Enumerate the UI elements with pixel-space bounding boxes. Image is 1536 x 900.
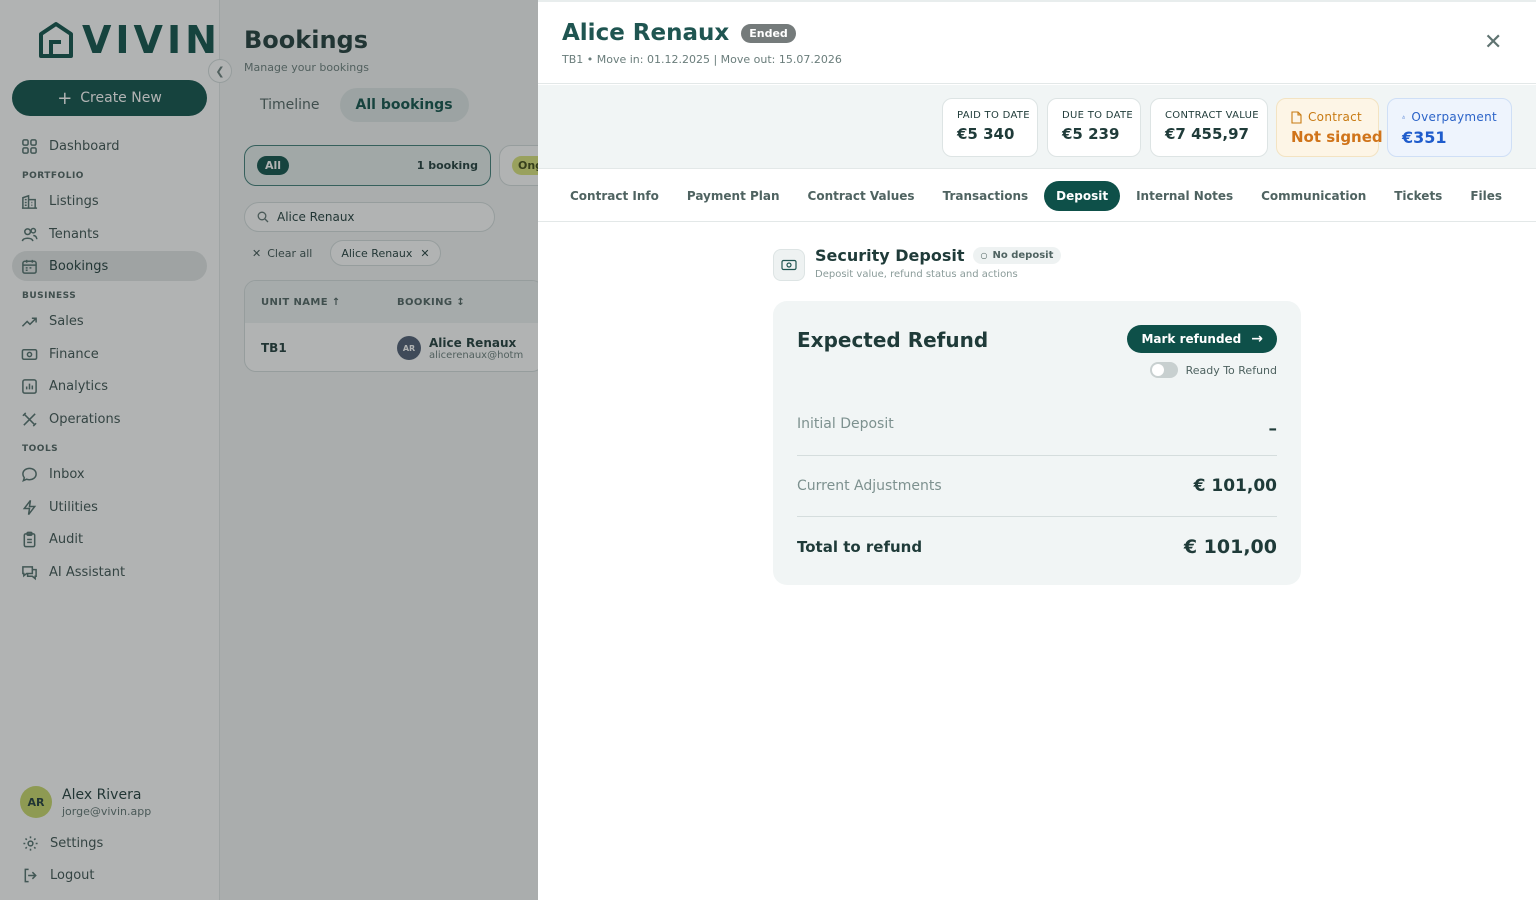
deposit-subtitle: Deposit value, refund status and actions	[815, 269, 1018, 280]
modal-backdrop[interactable]	[0, 0, 538, 900]
divider	[797, 516, 1277, 517]
deposit-icon	[773, 249, 805, 281]
tab-internal-notes[interactable]: Internal Notes	[1124, 181, 1245, 211]
file-icon	[1291, 110, 1302, 124]
stat-value: €7 455,97	[1165, 125, 1249, 143]
stat-label: DUE TO DATE	[1062, 110, 1133, 121]
tab-communication[interactable]: Communication	[1249, 181, 1378, 211]
ready-to-refund-label: Ready To Refund	[1185, 363, 1277, 377]
no-deposit-badge: ○ No deposit	[972, 247, 1062, 264]
stat-label-row: Contract	[1291, 110, 1364, 124]
current-adjustments-value: € 101,00	[1193, 476, 1277, 496]
stat-paid-to-date: PAID TO DATE €5 340	[942, 98, 1038, 157]
drawer-tabs: Contract Info Payment Plan Contract Valu…	[538, 170, 1536, 222]
current-adjustments-row: Current Adjustments € 101,00	[797, 471, 1277, 501]
no-deposit-label: No deposit	[992, 250, 1054, 261]
tab-transactions[interactable]: Transactions	[931, 181, 1041, 211]
initial-deposit-row: Initial Deposit –	[797, 409, 1277, 439]
initial-deposit-label: Initial Deposit	[797, 416, 894, 432]
stat-value: Not signed	[1291, 128, 1383, 146]
deposit-section-header: Security Deposit ○ No deposit Deposit va…	[773, 246, 1062, 281]
tab-contract-info[interactable]: Contract Info	[558, 181, 671, 211]
tab-contract-values[interactable]: Contract Values	[796, 181, 927, 211]
mark-refunded-label: Mark refunded	[1141, 332, 1242, 346]
ready-to-refund-row: Ready To Refund	[1149, 362, 1277, 378]
stat-contract-status[interactable]: Contract Not signed	[1276, 98, 1383, 157]
drawer-header: Alice Renaux Ended TB1 • Move in: 01.12.…	[538, 2, 1536, 84]
booking-subtitle: TB1 • Move in: 01.12.2025 | Move out: 15…	[562, 53, 842, 66]
total-to-refund-value: € 101,00	[1183, 536, 1277, 558]
circle-icon: ○	[980, 251, 988, 260]
status-badge: Ended	[741, 23, 796, 43]
booking-detail-drawer: Alice Renaux Ended TB1 • Move in: 01.12.…	[538, 0, 1536, 900]
current-adjustments-label: Current Adjustments	[797, 478, 942, 494]
stat-label: Overpayment	[1411, 110, 1497, 124]
stat-contract-value: CONTRACT VALUE €7 455,97	[1150, 98, 1268, 157]
expected-refund-card: Expected Refund Mark refunded → Ready To…	[773, 301, 1301, 585]
stat-label: CONTRACT VALUE	[1165, 110, 1259, 121]
divider	[797, 455, 1277, 456]
stat-value: €5 340	[957, 125, 1015, 143]
close-icon: ✕	[1484, 30, 1503, 55]
expected-refund-title: Expected Refund	[797, 328, 989, 352]
total-to-refund-label: Total to refund	[797, 538, 923, 556]
stat-label: Contract	[1308, 110, 1363, 124]
deposit-title: Security Deposit	[815, 246, 965, 265]
tab-tickets[interactable]: Tickets	[1382, 181, 1454, 211]
tab-deposit[interactable]: Deposit	[1044, 180, 1121, 211]
warning-icon	[1402, 115, 1406, 119]
arrow-right-icon: →	[1251, 331, 1263, 347]
tab-payment-plan[interactable]: Payment Plan	[675, 181, 792, 211]
total-to-refund-row: Total to refund € 101,00	[797, 532, 1277, 562]
stats-band: PAID TO DATE €5 340 DUE TO DATE €5 239 C…	[538, 85, 1536, 169]
stat-overpayment[interactable]: Overpayment €351	[1387, 98, 1512, 157]
tenant-name: Alice Renaux	[562, 20, 730, 46]
initial-deposit-value: –	[1268, 419, 1278, 439]
stat-label-row: Overpayment	[1402, 110, 1497, 124]
tab-files[interactable]: Files	[1458, 181, 1514, 211]
stat-value: €351	[1402, 128, 1447, 147]
ready-to-refund-toggle[interactable]	[1149, 362, 1178, 378]
stat-due-to-date: DUE TO DATE €5 239	[1047, 98, 1141, 157]
close-drawer-button[interactable]: ✕	[1484, 32, 1502, 54]
stat-value: €5 239	[1062, 125, 1120, 143]
mark-refunded-button[interactable]: Mark refunded →	[1127, 325, 1277, 353]
stat-label: PAID TO DATE	[957, 110, 1030, 121]
